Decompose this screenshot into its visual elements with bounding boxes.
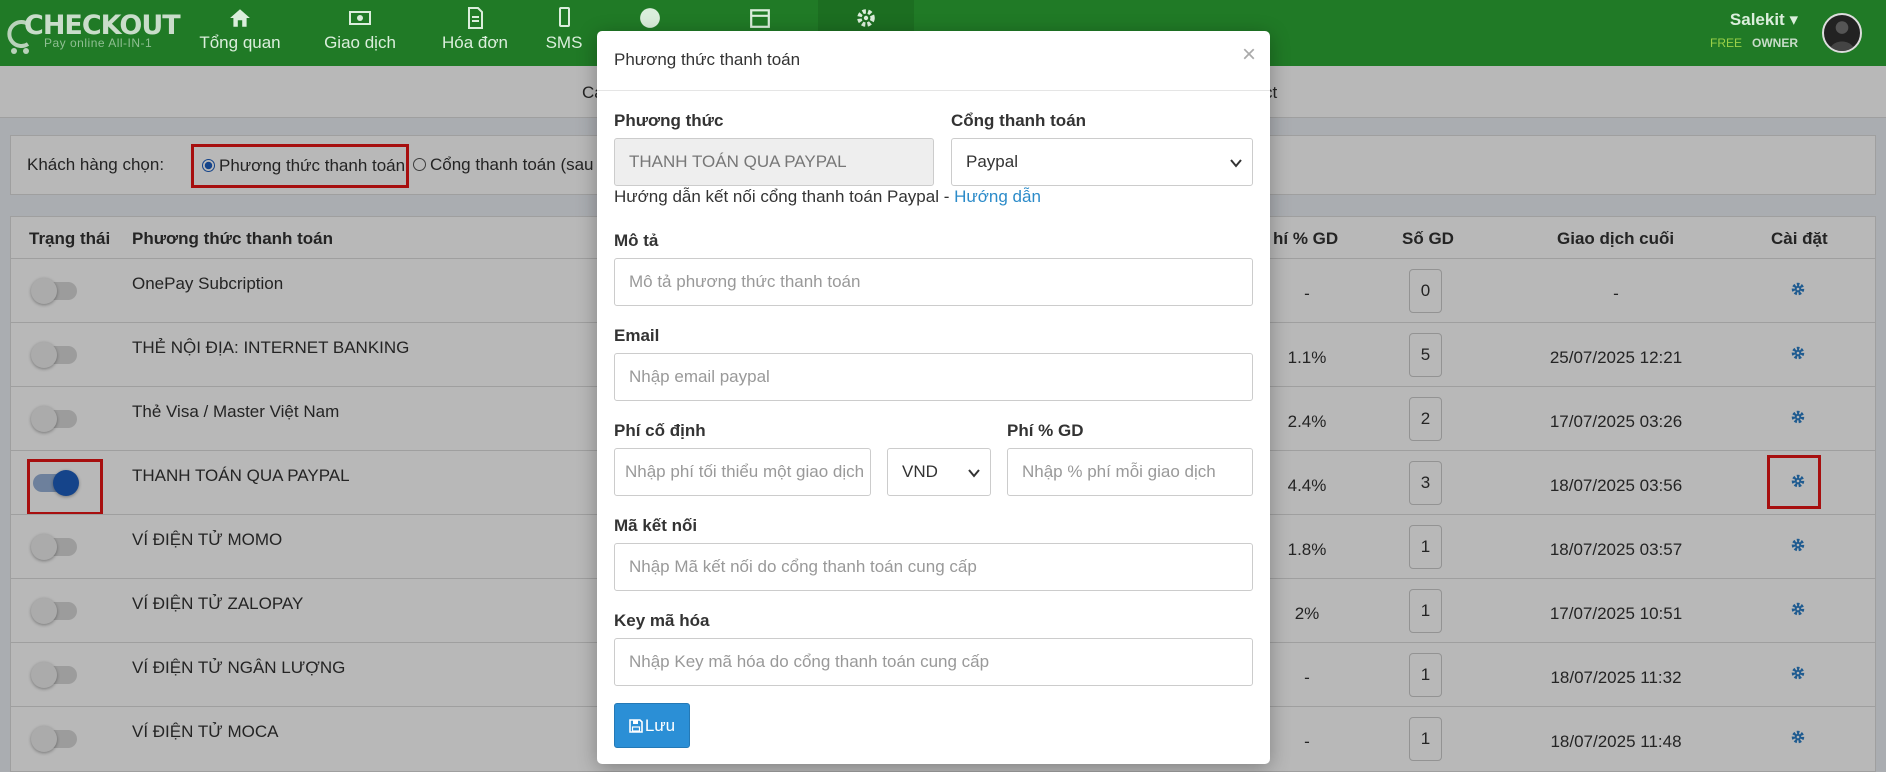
brand-tagline: Pay online All-IN-1 xyxy=(44,36,153,50)
method-input: THANH TOÁN QUA PAYPAL xyxy=(614,138,934,186)
nav-label: SMS xyxy=(545,33,583,52)
payment-method-modal: Phương thức thanh toán × Phương thức THA… xyxy=(597,31,1270,764)
email-label: Email xyxy=(614,326,660,345)
nav-hoa-don[interactable]: Hóa đơn xyxy=(430,0,520,66)
save-button[interactable]: Lưu xyxy=(614,703,690,748)
currency-select-value: VND xyxy=(902,462,938,481)
globe-icon xyxy=(640,8,660,28)
close-icon[interactable]: × xyxy=(1242,43,1256,67)
modal-header: Phương thức thanh toán × xyxy=(597,31,1270,91)
desc-input[interactable]: Mô tả phương thức thanh toán xyxy=(614,258,1253,306)
help-text: Hướng dẫn kết nối cổng thanh toán Paypal… xyxy=(614,187,955,206)
role-badge: OWNER xyxy=(1752,36,1798,50)
avatar-image xyxy=(1829,21,1855,51)
currency-select[interactable]: VND xyxy=(887,448,991,496)
key-label: Key mã hóa xyxy=(614,611,710,630)
help-link[interactable]: Hướng dẫn xyxy=(954,187,1041,206)
chevron-down-icon xyxy=(1230,159,1242,168)
conn-code-label: Mã kết nối xyxy=(614,516,698,535)
gateway-select-value: Paypal xyxy=(966,152,1018,171)
calendar-icon xyxy=(750,9,770,28)
avatar[interactable] xyxy=(1822,13,1862,53)
fixed-fee-label: Phí cố định xyxy=(614,421,706,440)
mobile-icon xyxy=(559,7,570,27)
gear-icon xyxy=(857,9,875,27)
nav-label: Giao dịch xyxy=(324,33,396,52)
gateway-help-text: Hướng dẫn kết nối cổng thanh toán Paypal… xyxy=(614,187,1041,207)
user-menu[interactable]: Salekit ▾ FREE OWNER xyxy=(1710,10,1798,50)
caret-down-icon: ▾ xyxy=(1789,10,1798,29)
plan-badge: FREE xyxy=(1709,36,1742,50)
user-name: Salekit xyxy=(1729,10,1785,29)
money-icon xyxy=(349,11,371,25)
document-icon xyxy=(468,7,483,29)
gateway-select[interactable]: Paypal xyxy=(951,138,1253,186)
desc-label: Mô tả xyxy=(614,231,659,250)
gateway-label: Cổng thanh toán xyxy=(951,111,1087,130)
nav-giao-dich[interactable]: Giao dịch xyxy=(310,0,410,66)
nav-label: Hóa đơn xyxy=(442,33,508,52)
pct-fee-label: Phí % GD xyxy=(1007,421,1084,440)
key-input[interactable]: Nhập Key mã hóa do cổng thanh toán cung … xyxy=(614,638,1253,686)
conn-code-input[interactable]: Nhập Mã kết nối do cổng thanh toán cung … xyxy=(614,543,1253,591)
nav-sms[interactable]: SMS xyxy=(534,0,594,66)
chevron-down-icon xyxy=(968,469,980,478)
nav-tong-quan[interactable]: Tổng quan xyxy=(190,0,290,66)
save-label: Lưu xyxy=(644,716,676,735)
method-label: Phương thức xyxy=(614,111,724,130)
pct-fee-input[interactable]: Nhập % phí mỗi giao dịch xyxy=(1007,448,1253,496)
modal-title: Phương thức thanh toán xyxy=(614,50,801,69)
email-input[interactable]: Nhập email paypal xyxy=(614,353,1253,401)
nav-label: Tổng quan xyxy=(199,33,281,52)
home-icon xyxy=(230,9,250,27)
logo[interactable]: CHECKOUT Pay online All-IN-1 xyxy=(4,6,181,58)
fixed-fee-input[interactable]: Nhập phí tối thiểu một giao dịch xyxy=(614,448,871,496)
save-icon xyxy=(629,719,643,733)
